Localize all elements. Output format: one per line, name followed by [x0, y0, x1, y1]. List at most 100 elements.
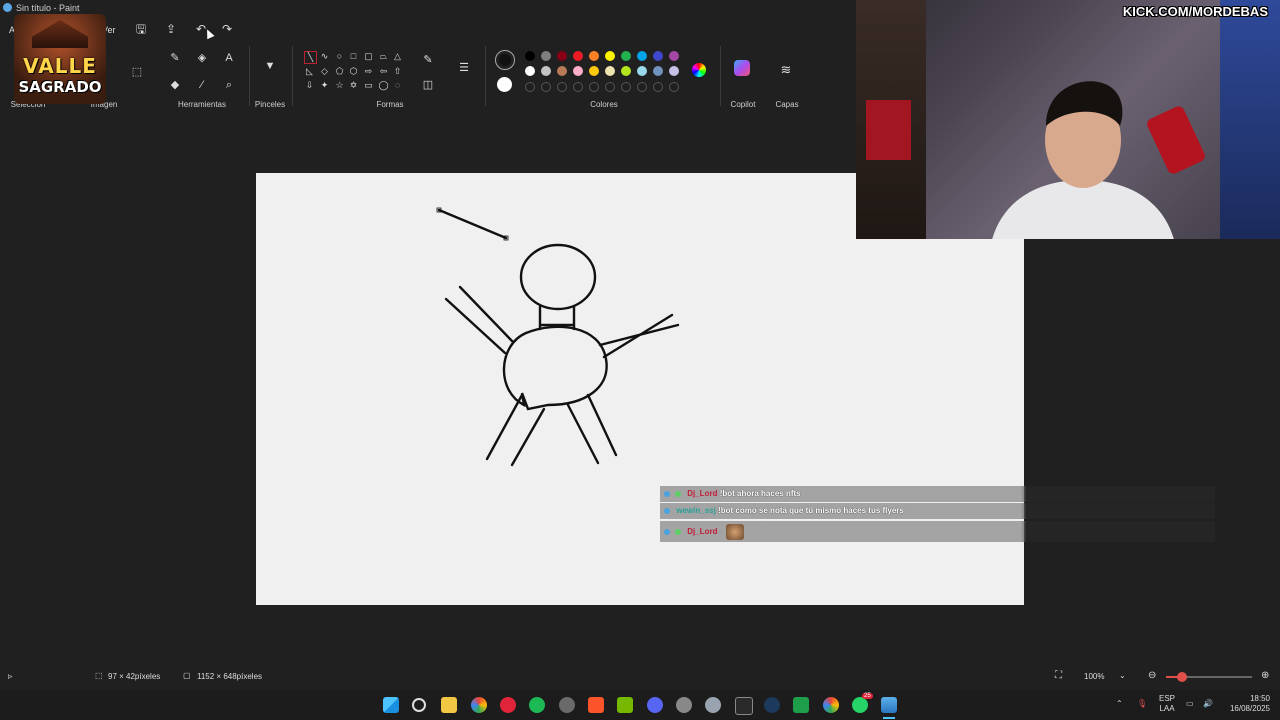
fit-to-window-icon[interactable]: ⛶ [1055, 670, 1062, 681]
app-icon[interactable] [559, 697, 575, 713]
custom-color-slot[interactable] [653, 82, 663, 92]
brave-icon[interactable] [588, 697, 604, 713]
microphone-icon[interactable]: 🎙 [1137, 699, 1147, 709]
color-picker-icon[interactable]: ⁄ [194, 77, 210, 93]
custom-color-slot[interactable] [589, 82, 599, 92]
zoom-out-icon[interactable]: ⊖ [1148, 670, 1156, 681]
custom-color-slot[interactable] [525, 82, 535, 92]
pentagon-shape-icon[interactable]: ⬠ [334, 66, 345, 77]
color-swatch[interactable] [669, 66, 679, 76]
zoom-slider-thumb[interactable] [1177, 672, 1187, 682]
search-icon[interactable] [412, 698, 426, 712]
color-swatch[interactable] [589, 66, 599, 76]
shape-size-icon[interactable]: ☰ [456, 60, 472, 76]
save-icon[interactable]: 🖫 [133, 22, 149, 36]
edit-colors-icon[interactable] [692, 63, 706, 77]
layers-icon[interactable]: ≋ [778, 62, 794, 78]
magnifier-icon[interactable]: ⌕ [221, 77, 237, 93]
custom-color-slot[interactable] [621, 82, 631, 92]
right-arrow-shape-icon[interactable]: ⇨ [363, 66, 374, 77]
six-point-star-shape-icon[interactable]: ✡ [348, 80, 359, 91]
start-menu-icon[interactable] [383, 697, 399, 713]
color-swatch[interactable] [637, 66, 647, 76]
callout-rect-shape-icon[interactable]: ▭ [363, 80, 374, 91]
callout-cloud-shape-icon[interactable]: ◌ [392, 80, 403, 91]
file-explorer-icon[interactable] [441, 697, 457, 713]
zoom-slider[interactable] [1166, 672, 1252, 682]
opera-icon[interactable] [500, 697, 516, 713]
color-swatch[interactable] [605, 51, 615, 61]
epic-games-icon[interactable] [735, 697, 753, 715]
secondary-color-swatch[interactable] [497, 77, 512, 92]
text-tool-icon[interactable]: A [221, 50, 237, 66]
brush-icon[interactable]: ▼ [262, 58, 278, 74]
color-swatch[interactable] [653, 51, 663, 61]
share-icon[interactable]: ⇪ [163, 22, 179, 36]
oval-shape-icon[interactable]: ○ [334, 51, 345, 62]
right-triangle-shape-icon[interactable]: ◺ [304, 66, 315, 77]
outline-style-icon[interactable]: ✎ [420, 52, 436, 68]
rectangle-shape-icon[interactable]: □ [348, 51, 359, 62]
color-swatch[interactable] [573, 66, 583, 76]
whatsapp-icon[interactable] [852, 697, 868, 713]
left-arrow-shape-icon[interactable]: ⇦ [378, 66, 389, 77]
steam-icon[interactable] [764, 697, 780, 713]
discord-icon[interactable] [647, 697, 663, 713]
zoom-in-icon[interactable]: ⊕ [1261, 670, 1269, 681]
volume-icon[interactable]: 🔊 [1203, 699, 1213, 709]
color-swatch[interactable] [589, 51, 599, 61]
diamond-shape-icon[interactable]: ◇ [319, 66, 330, 77]
custom-color-slot[interactable] [637, 82, 647, 92]
up-arrow-shape-icon[interactable]: ⇧ [392, 66, 403, 77]
color-swatch[interactable] [541, 51, 551, 61]
primary-color-selector[interactable] [495, 50, 515, 70]
color-swatch[interactable] [669, 51, 679, 61]
color-swatch[interactable] [557, 51, 567, 61]
polygon-shape-icon[interactable]: ⏢ [378, 51, 389, 62]
sheets-icon[interactable] [793, 697, 809, 713]
line-shape-icon[interactable]: ╲ [304, 51, 317, 64]
show-hidden-icons-chevron-icon[interactable]: ⌃ [1116, 699, 1123, 709]
fill-style-icon[interactable]: ◫ [420, 77, 436, 93]
custom-color-slot[interactable] [541, 82, 551, 92]
color-swatch[interactable] [621, 51, 631, 61]
zoom-level[interactable]: 100% [1084, 672, 1104, 681]
custom-color-slot[interactable] [557, 82, 567, 92]
triangle-shape-icon[interactable]: △ [392, 51, 403, 62]
color-swatch[interactable] [573, 51, 583, 61]
pencil-icon[interactable]: ✎ [167, 50, 183, 66]
language-indicator[interactable]: ESP LAA [1156, 694, 1178, 714]
copilot-icon[interactable] [734, 60, 750, 76]
curve-shape-icon[interactable]: ∿ [319, 51, 330, 62]
crop-icon[interactable]: ⬚ [129, 64, 145, 80]
rounded-rectangle-shape-icon[interactable]: ▢ [363, 51, 374, 62]
chrome-icon[interactable] [471, 697, 487, 713]
clock[interactable]: 18:50 16/08/2025 [1222, 694, 1270, 714]
four-point-star-shape-icon[interactable]: ✦ [319, 80, 330, 91]
paint-taskbar-icon[interactable] [881, 697, 897, 713]
system-settings-icon[interactable] [705, 697, 721, 713]
zoom-dropdown-chevron-icon[interactable]: ⌄ [1119, 671, 1126, 680]
color-swatch[interactable] [557, 66, 567, 76]
callout-oval-shape-icon[interactable]: ◯ [378, 80, 389, 91]
chrome-profile-icon[interactable] [823, 697, 839, 713]
custom-color-slot[interactable] [573, 82, 583, 92]
hexagon-shape-icon[interactable]: ⬡ [348, 66, 359, 77]
spotify-icon[interactable] [529, 697, 545, 713]
color-swatch[interactable] [541, 66, 551, 76]
settings-gear-icon[interactable] [676, 697, 692, 713]
color-swatch[interactable] [525, 51, 535, 61]
five-point-star-shape-icon[interactable]: ☆ [334, 80, 345, 91]
fill-bucket-icon[interactable]: ◈ [194, 50, 210, 66]
color-swatch[interactable] [637, 51, 647, 61]
color-swatch[interactable] [605, 66, 615, 76]
color-swatch[interactable] [621, 66, 631, 76]
redo-icon[interactable]: ↷ [219, 22, 235, 36]
custom-color-slot[interactable] [669, 82, 679, 92]
eraser-icon[interactable]: ◆ [167, 77, 183, 93]
display-icon[interactable]: ▭ [1186, 699, 1194, 709]
nvidia-icon[interactable] [617, 697, 633, 713]
custom-color-slot[interactable] [605, 82, 615, 92]
color-swatch[interactable] [525, 66, 535, 76]
down-arrow-shape-icon[interactable]: ⇩ [304, 80, 315, 91]
